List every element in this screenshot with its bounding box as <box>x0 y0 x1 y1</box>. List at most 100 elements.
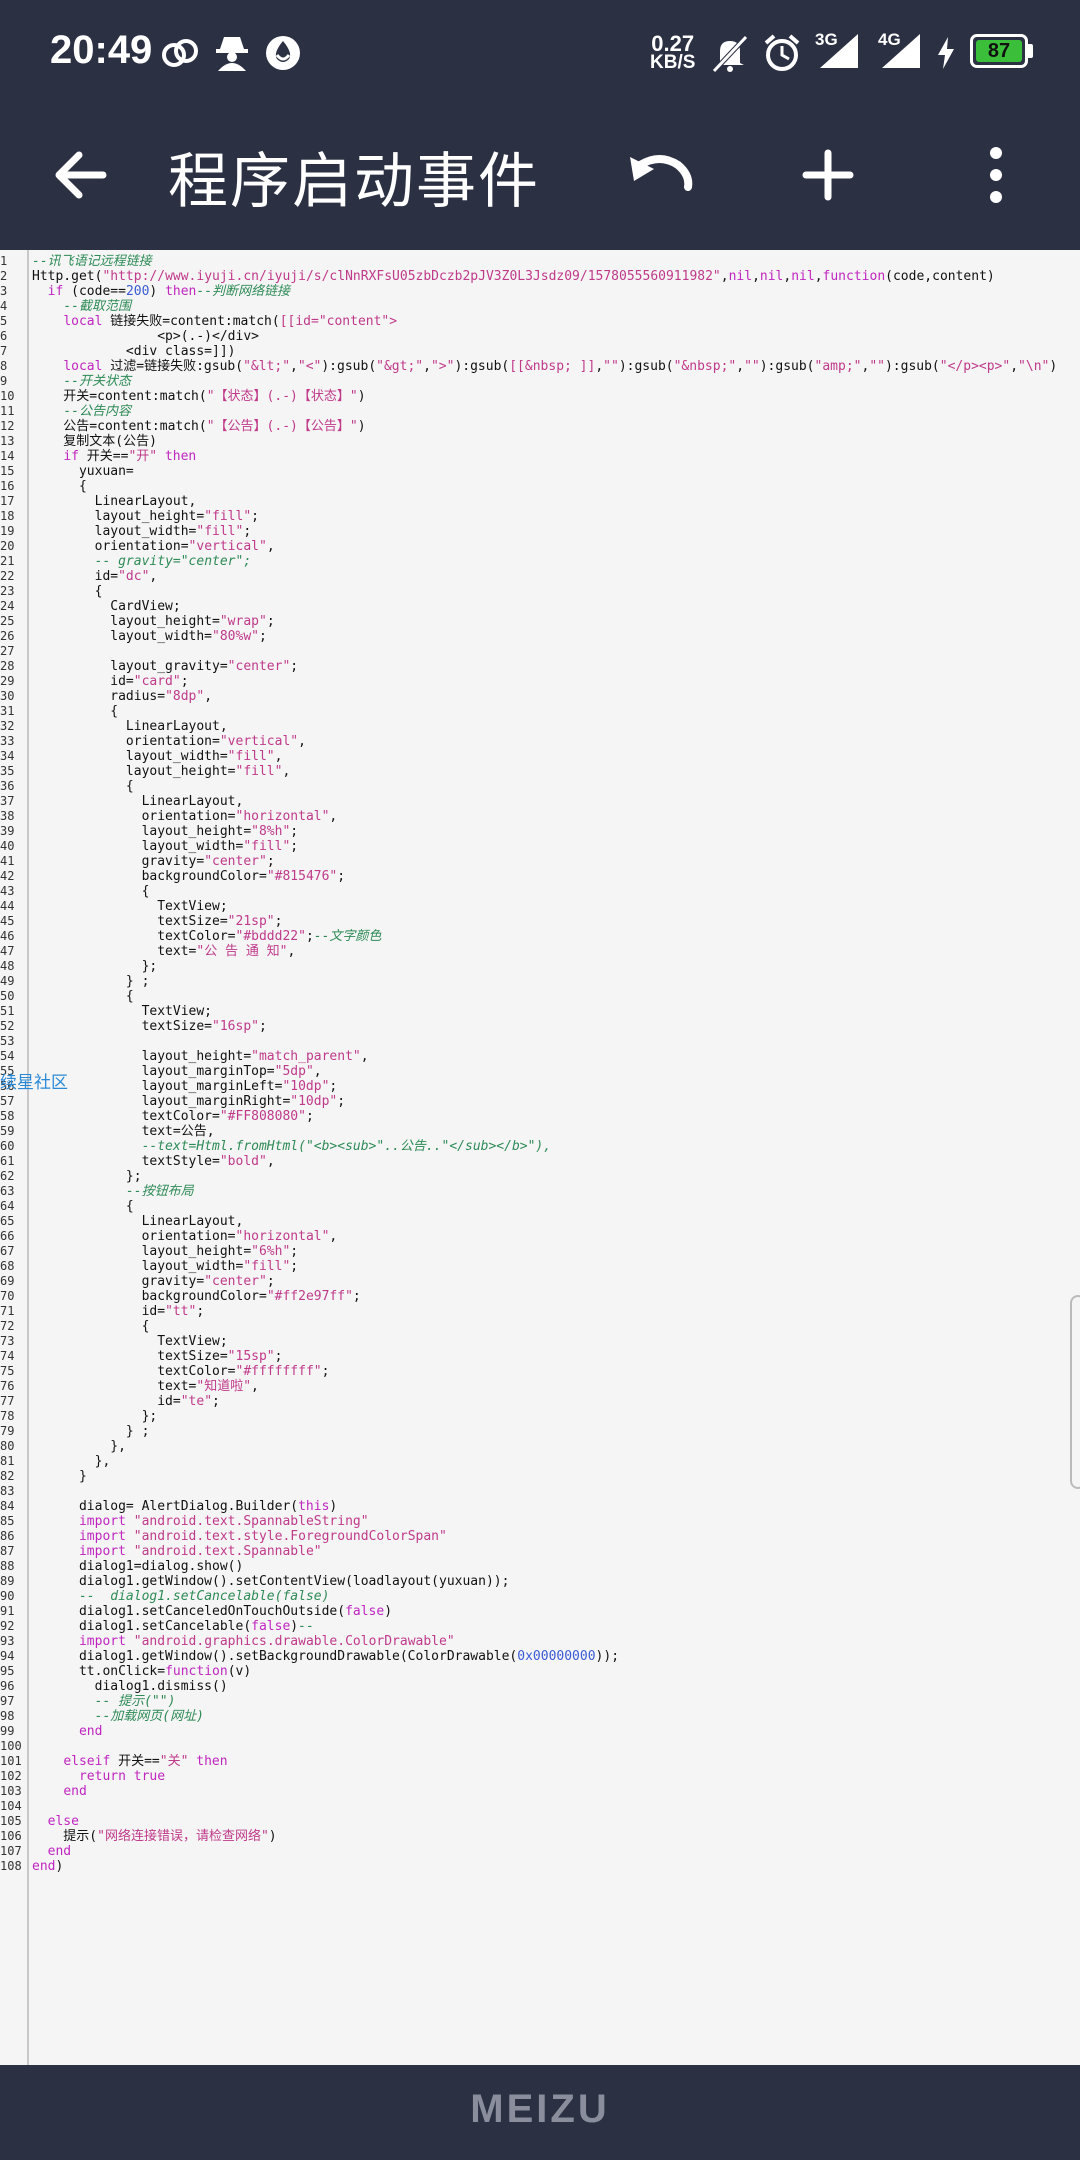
line-text[interactable]: yuxuan= <box>32 464 134 479</box>
code-line[interactable]: 49 } ; <box>0 974 1080 989</box>
line-text[interactable]: text=公告, <box>32 1124 215 1139</box>
code-line[interactable]: 29 id="card"; <box>0 674 1080 689</box>
line-text[interactable]: --按钮布局 <box>32 1184 194 1199</box>
code-line[interactable]: 39 layout_height="8%h"; <box>0 824 1080 839</box>
line-text[interactable]: Http.get("http://www.iyuji.cn/iyuji/s/cl… <box>32 269 995 284</box>
code-line[interactable]: 52 textSize="16sp"; <box>0 1019 1080 1034</box>
line-text[interactable]: --截取范围 <box>32 299 131 314</box>
code-line[interactable]: 45 textSize="21sp"; <box>0 914 1080 929</box>
code-line[interactable]: 13 复制文本(公告) <box>0 434 1080 449</box>
line-text[interactable]: layout_width="fill"; <box>32 839 299 854</box>
code-line[interactable]: 99 end <box>0 1724 1080 1739</box>
code-line[interactable]: 80 }, <box>0 1439 1080 1454</box>
code-line[interactable]: 83 <box>0 1484 1080 1499</box>
code-line[interactable]: 31 { <box>0 704 1080 719</box>
code-line[interactable]: 55 layout_marginTop="5dp", <box>0 1064 1080 1079</box>
code-line[interactable]: 65 LinearLayout, <box>0 1214 1080 1229</box>
line-text[interactable]: { <box>32 1319 150 1334</box>
line-text[interactable]: end) <box>32 1859 63 1874</box>
line-text[interactable]: -- gravity="center"; <box>32 554 252 569</box>
back-arrow-icon[interactable] <box>45 135 125 215</box>
code-line[interactable]: 87 import "android.text.Spannable" <box>0 1544 1080 1559</box>
code-line[interactable]: 96 dialog1.dismiss() <box>0 1679 1080 1694</box>
code-line[interactable]: 107 end <box>0 1844 1080 1859</box>
code-line[interactable]: 73 TextView; <box>0 1334 1080 1349</box>
line-text[interactable]: orientation="vertical", <box>32 539 275 554</box>
line-text[interactable]: 开关=content:match("【状态】(.-)【状态】") <box>32 389 365 404</box>
line-text[interactable]: text="知道啦", <box>32 1379 259 1394</box>
code-line[interactable]: 26 layout_width="80%w"; <box>0 629 1080 644</box>
line-text[interactable]: TextView; <box>32 899 227 914</box>
code-line[interactable]: 91 dialog1.setCanceledOnTouchOutside(fal… <box>0 1604 1080 1619</box>
code-line[interactable]: 78 }; <box>0 1409 1080 1424</box>
line-text[interactable]: CardView; <box>32 599 180 614</box>
code-line[interactable]: 19 layout_width="fill"; <box>0 524 1080 539</box>
line-text[interactable]: dialog1.setCanceledOnTouchOutside(false) <box>32 1604 392 1619</box>
code-line[interactable]: 94 dialog1.getWindow().setBackgroundDraw… <box>0 1649 1080 1664</box>
line-text[interactable]: local 过滤=链接失败:gsub("&lt;","<"):gsub("&gt… <box>32 359 1057 374</box>
line-text[interactable]: layout_height="fill"; <box>32 509 259 524</box>
code-line[interactable]: 90 -- dialog1.setCancelable(false) <box>0 1589 1080 1604</box>
line-text[interactable]: 提示("网络连接错误，请检查网络") <box>32 1829 276 1844</box>
code-line[interactable]: 105 else <box>0 1814 1080 1829</box>
code-line[interactable]: 82 } <box>0 1469 1080 1484</box>
code-line[interactable]: 36 { <box>0 779 1080 794</box>
line-text[interactable]: end <box>32 1724 102 1739</box>
code-line[interactable]: 32 LinearLayout, <box>0 719 1080 734</box>
line-text[interactable]: TextView; <box>32 1334 227 1349</box>
code-line[interactable]: 34 layout_width="fill", <box>0 749 1080 764</box>
code-line[interactable]: 98 --加载网页(网址) <box>0 1709 1080 1724</box>
scroll-handle[interactable] <box>1070 1295 1080 1489</box>
line-text[interactable]: } ; <box>32 974 150 989</box>
code-line[interactable]: 17 LinearLayout, <box>0 494 1080 509</box>
code-line[interactable]: 48 }; <box>0 959 1080 974</box>
code-line[interactable]: 51 TextView; <box>0 1004 1080 1019</box>
line-text[interactable]: layout_height="match_parent", <box>32 1049 369 1064</box>
line-text[interactable]: backgroundColor="#ff2e97ff"; <box>32 1289 361 1304</box>
line-text[interactable]: gravity="center"; <box>32 854 275 869</box>
code-line[interactable]: 77 id="te"; <box>0 1394 1080 1409</box>
code-line[interactable]: 35 layout_height="fill", <box>0 764 1080 779</box>
line-text[interactable]: --讯飞语记远程链接 <box>32 254 152 269</box>
line-text[interactable]: -- 提示("") <box>32 1694 176 1709</box>
code-line[interactable]: 57 layout_marginRight="10dp"; <box>0 1094 1080 1109</box>
line-text[interactable]: --开关状态 <box>32 374 131 389</box>
line-text[interactable]: tt.onClick=function(v) <box>32 1664 251 1679</box>
line-text[interactable]: }, <box>32 1439 126 1454</box>
code-line[interactable]: 22 id="dc", <box>0 569 1080 584</box>
line-text[interactable]: }; <box>32 959 158 974</box>
line-text[interactable]: return true <box>32 1769 165 1784</box>
line-text[interactable]: } ; <box>32 1424 150 1439</box>
line-text[interactable]: layout_marginLeft="10dp"; <box>32 1079 338 1094</box>
line-text[interactable]: <p>(.-)</div> <box>32 329 259 344</box>
code-line[interactable]: 93 import "android.graphics.drawable.Col… <box>0 1634 1080 1649</box>
code-line[interactable]: 33 orientation="vertical", <box>0 734 1080 749</box>
line-text[interactable]: LinearLayout, <box>32 719 228 734</box>
line-text[interactable]: layout_height="wrap"; <box>32 614 274 629</box>
line-text[interactable]: }; <box>32 1169 142 1184</box>
line-text[interactable]: layout_marginRight="10dp"; <box>32 1094 346 1109</box>
line-text[interactable]: textColor="#FF808080"; <box>32 1109 314 1124</box>
line-text[interactable]: textColor="#bddd22";--文字颜色 <box>32 929 381 944</box>
code-line[interactable]: 59 text=公告, <box>0 1124 1080 1139</box>
code-line[interactable]: 58 textColor="#FF808080"; <box>0 1109 1080 1124</box>
code-line[interactable]: 37 LinearLayout, <box>0 794 1080 809</box>
line-text[interactable]: layout_width="fill"; <box>32 524 252 539</box>
code-content[interactable]: 1 --讯飞语记远程链接 2 Http.get("http://www.iyuji.c… <box>0 254 1080 1874</box>
line-text[interactable]: backgroundColor="#815476"; <box>32 869 346 884</box>
code-line[interactable]: 41 gravity="center"; <box>0 854 1080 869</box>
code-line[interactable]: 11 --公告内容 <box>0 404 1080 419</box>
line-text[interactable]: { <box>32 989 134 1004</box>
code-line[interactable]: 81 }, <box>0 1454 1080 1469</box>
code-line[interactable]: 53 <box>0 1034 1080 1049</box>
line-text[interactable]: layout_width="fill", <box>32 749 283 764</box>
line-text[interactable]: import "android.graphics.drawable.ColorD… <box>32 1634 455 1649</box>
code-line[interactable]: 61 textStyle="bold", <box>0 1154 1080 1169</box>
line-text[interactable]: { <box>32 1199 134 1214</box>
plus-icon[interactable] <box>788 135 868 215</box>
line-text[interactable]: textStyle="bold", <box>32 1154 275 1169</box>
line-text[interactable]: layout_height="6%h"; <box>32 1244 299 1259</box>
code-editor[interactable]: 1 --讯飞语记远程链接 2 Http.get("http://www.iyuji.c… <box>0 250 1080 2065</box>
line-text[interactable]: --公告内容 <box>32 404 131 419</box>
code-line[interactable]: 43 { <box>0 884 1080 899</box>
